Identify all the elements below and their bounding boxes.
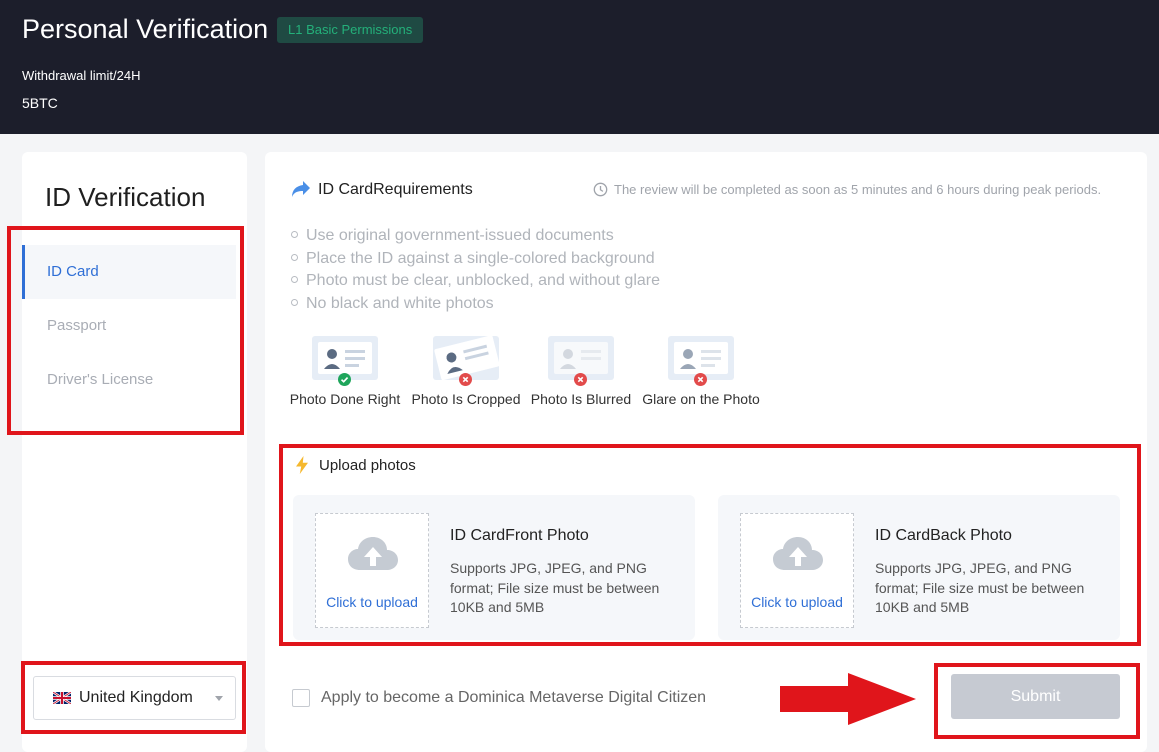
example-label: Photo Is Blurred (530, 391, 632, 407)
list-item: Use original government-issued documents (291, 225, 660, 248)
withdrawal-limit-label: Withdrawal limit/24H (22, 68, 141, 83)
example-photo-blurred: Photo Is Blurred (521, 336, 641, 407)
sidebar-title: ID Verification (45, 182, 206, 212)
back-photo-dropzone[interactable]: Click to upload (740, 513, 854, 628)
submit-button[interactable]: Submit (951, 674, 1120, 719)
example-photo-cropped: Photo Is Cropped (406, 335, 526, 407)
error-circle-icon (459, 373, 472, 386)
list-item: Place the ID against a single-colored ba… (291, 248, 660, 271)
check-circle-icon (338, 373, 351, 386)
click-to-upload-link[interactable]: Click to upload (316, 594, 428, 610)
main-panel: ID CardRequirements The review will be c… (265, 152, 1147, 752)
cloud-upload-icon (773, 537, 823, 570)
lightning-icon (296, 456, 308, 474)
bullet-icon (291, 276, 298, 283)
share-arrow-icon (292, 181, 310, 197)
list-item: Photo must be clear, unblocked, and with… (291, 270, 660, 293)
id-card-good-icon (312, 336, 378, 386)
example-label: Photo Is Cropped (411, 391, 521, 407)
sidebar: ID Verification ID Card Passport Driver'… (22, 152, 247, 752)
sidebar-item-drivers-license[interactable]: Driver's License (22, 353, 236, 407)
country-select[interactable]: United Kingdom (33, 676, 236, 720)
upload-card-front: Click to upload ID CardFront Photo Suppo… (293, 495, 695, 640)
sidebar-item-id-card[interactable]: ID Card (22, 245, 236, 299)
back-photo-title: ID CardBack Photo (875, 527, 1012, 544)
upload-section-title: Upload photos (319, 457, 416, 474)
citizen-checkbox-label[interactable]: Apply to become a Dominica Metaverse Dig… (321, 689, 706, 707)
withdrawal-limit-value: 5BTC (22, 95, 58, 111)
example-label: Glare on the Photo (642, 391, 760, 407)
bullet-icon (291, 231, 298, 238)
error-circle-icon (694, 373, 707, 386)
page-header: Personal Verification L1 Basic Permissio… (0, 0, 1159, 134)
uk-flag-icon (53, 692, 71, 704)
chevron-down-icon (215, 696, 223, 701)
page-title: Personal Verification (22, 14, 269, 44)
error-circle-icon (574, 373, 587, 386)
bullet-icon (291, 253, 298, 261)
review-time-note: The review will be completed as soon as … (614, 182, 1102, 197)
id-card-cropped-icon (433, 335, 500, 386)
example-glare: Glare on the Photo (641, 336, 761, 407)
click-to-upload-link[interactable]: Click to upload (741, 594, 853, 610)
front-photo-dropzone[interactable]: Click to upload (315, 513, 429, 628)
upload-card-back: Click to upload ID CardBack Photo Suppor… (718, 495, 1120, 640)
id-card-blurred-icon (548, 336, 614, 386)
list-item: No black and white photos (291, 293, 660, 316)
front-photo-description: Supports JPG, JPEG, and PNG format; File… (450, 560, 660, 615)
id-card-glare-icon (668, 336, 734, 386)
sidebar-item-passport[interactable]: Passport (22, 299, 236, 353)
citizen-checkbox[interactable] (292, 689, 310, 707)
back-photo-description: Supports JPG, JPEG, and PNG format; File… (875, 560, 1085, 615)
example-photo-done-right: Photo Done Right (285, 336, 405, 407)
country-label: United Kingdom (79, 689, 193, 706)
example-label: Photo Done Right (289, 391, 401, 407)
cloud-upload-icon (348, 537, 398, 570)
clock-icon (593, 182, 608, 197)
requirements-list: Use original government-issued documents… (291, 225, 660, 315)
requirements-title: ID CardRequirements (318, 181, 473, 198)
right-arrow-icon (780, 673, 916, 725)
permission-badge: L1 Basic Permissions (277, 17, 424, 43)
bullet-icon (291, 298, 298, 306)
front-photo-title: ID CardFront Photo (450, 527, 589, 544)
